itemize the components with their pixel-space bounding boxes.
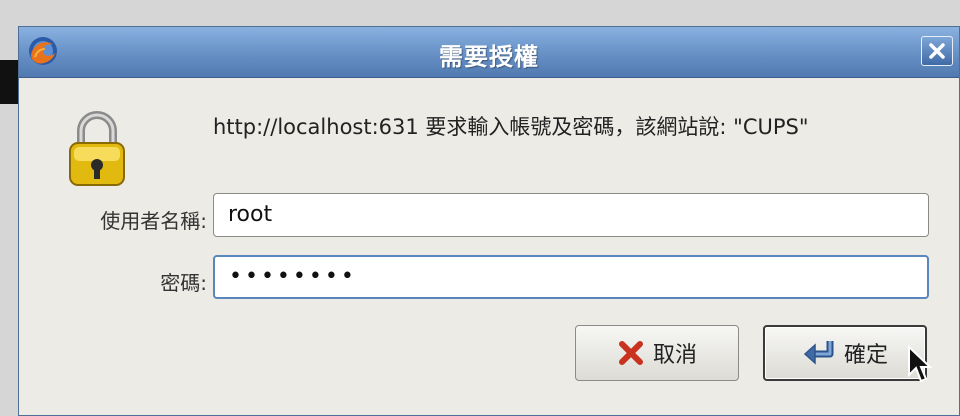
- cancel-label: 取消: [652, 343, 697, 368]
- dialog-title: 需要授權: [439, 43, 539, 71]
- auth-dialog: 需要授權 http://localhost:631 要求輸入帳號及密碼，該網站說…: [18, 26, 960, 416]
- title-bar[interactable]: 需要授權: [19, 27, 959, 78]
- cancel-button[interactable]: 取消: [575, 325, 739, 381]
- username-label: 使用者名稱:: [100, 209, 207, 233]
- password-label: 密碼:: [160, 271, 207, 295]
- ok-label: 確定: [843, 343, 888, 368]
- close-button[interactable]: [921, 36, 953, 66]
- ok-button[interactable]: 確定: [763, 325, 927, 381]
- x-icon: [618, 341, 643, 365]
- close-icon: [929, 43, 945, 59]
- auth-message: http://localhost:631 要求輸入帳號及密碼，該網站說: "CU…: [213, 115, 809, 139]
- mouse-cursor-icon: [908, 345, 933, 383]
- username-field[interactable]: root: [213, 193, 929, 237]
- password-field[interactable]: ••••••••: [213, 255, 929, 299]
- enter-arrow-icon: [803, 341, 834, 365]
- lock-icon: [69, 111, 125, 186]
